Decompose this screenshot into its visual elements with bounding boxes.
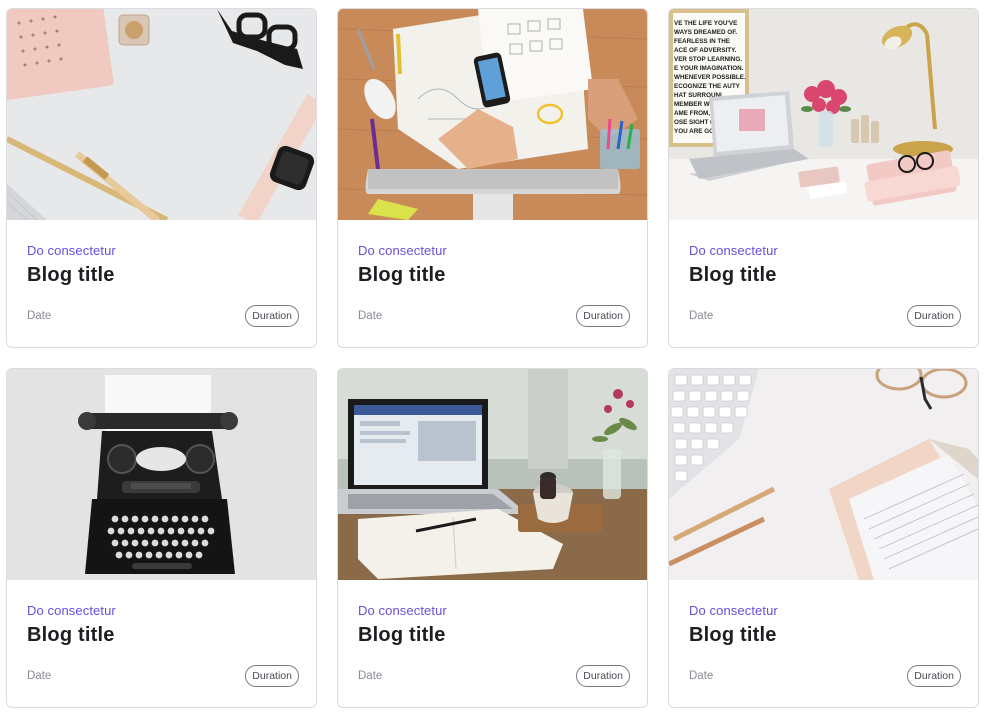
blog-card-grid: Do consectetur Blog title Date Duration: [6, 8, 979, 708]
poster-text-line: YOU ARE GO: [674, 128, 714, 135]
blog-card-body: Do consectetur Blog title Date Duration: [669, 220, 978, 347]
blog-category[interactable]: Do consectetur: [27, 603, 116, 618]
poster-text-line: WAYS DREAMED OF.: [674, 29, 737, 36]
blog-title[interactable]: Blog title: [689, 264, 777, 287]
blog-card-body: Do consectetur Blog title Date Duration: [7, 220, 316, 347]
duration-badge: Duration: [576, 305, 630, 327]
blog-category[interactable]: Do consectetur: [689, 243, 778, 258]
blog-card[interactable]: VE THE LIFE YOU'VE WAYS DREAMED OF. FEAR…: [668, 8, 979, 348]
poster-text-line: ACE OF ADVERSITY.: [674, 47, 737, 54]
blog-card-image: [7, 9, 316, 220]
blog-card-image: [7, 369, 316, 580]
blog-title[interactable]: Blog title: [358, 624, 446, 647]
blog-category[interactable]: Do consectetur: [27, 243, 116, 258]
blog-card[interactable]: Do consectetur Blog title Date Duration: [337, 368, 648, 708]
duration-badge: Duration: [245, 305, 299, 327]
blog-date: Date: [689, 310, 714, 322]
poster-text-line: ECOGNIZE THE AUTY: [674, 83, 741, 90]
blog-card-image: [338, 369, 647, 580]
poster-text-line: FEARLESS IN THE: [674, 38, 730, 45]
blog-date: Date: [689, 670, 714, 682]
blog-card[interactable]: Do consectetur Blog title Date Duration: [6, 368, 317, 708]
poster-text-line: WHENEVER POSSIBLE.: [674, 74, 746, 81]
blog-card-body: Do consectetur Blog title Date Duration: [338, 580, 647, 707]
poster-text-line: E YOUR IMAGINATION.: [674, 65, 744, 72]
duration-badge: Duration: [576, 665, 630, 687]
blog-card-image: VE THE LIFE YOU'VE WAYS DREAMED OF. FEAR…: [669, 9, 978, 220]
blog-card-body: Do consectetur Blog title Date Duration: [338, 220, 647, 347]
duration-badge: Duration: [245, 665, 299, 687]
poster-text-line: VE THE LIFE YOU'VE: [674, 20, 737, 27]
blog-title[interactable]: Blog title: [27, 264, 115, 287]
blog-title[interactable]: Blog title: [358, 264, 446, 287]
blog-card-image: [338, 9, 647, 220]
blog-card-body: Do consectetur Blog title Date Duration: [7, 580, 316, 707]
blog-title[interactable]: Blog title: [27, 624, 115, 647]
duration-badge: Duration: [907, 305, 961, 327]
blog-category[interactable]: Do consectetur: [358, 603, 447, 618]
blog-card-body: Do consectetur Blog title Date Duration: [669, 580, 978, 707]
blog-date: Date: [27, 310, 52, 322]
blog-category[interactable]: Do consectetur: [358, 243, 447, 258]
blog-date: Date: [27, 670, 52, 682]
duration-badge: Duration: [907, 665, 961, 687]
blog-date: Date: [358, 670, 383, 682]
blog-title[interactable]: Blog title: [689, 624, 777, 647]
blog-card[interactable]: Do consectetur Blog title Date Duration: [668, 368, 979, 708]
poster-text-line: VER STOP LEARNING.: [674, 56, 742, 63]
blog-category[interactable]: Do consectetur: [689, 603, 778, 618]
blog-date: Date: [358, 310, 383, 322]
blog-card[interactable]: Do consectetur Blog title Date Duration: [337, 8, 648, 348]
blog-card[interactable]: Do consectetur Blog title Date Duration: [6, 8, 317, 348]
blog-card-image: [669, 369, 978, 580]
